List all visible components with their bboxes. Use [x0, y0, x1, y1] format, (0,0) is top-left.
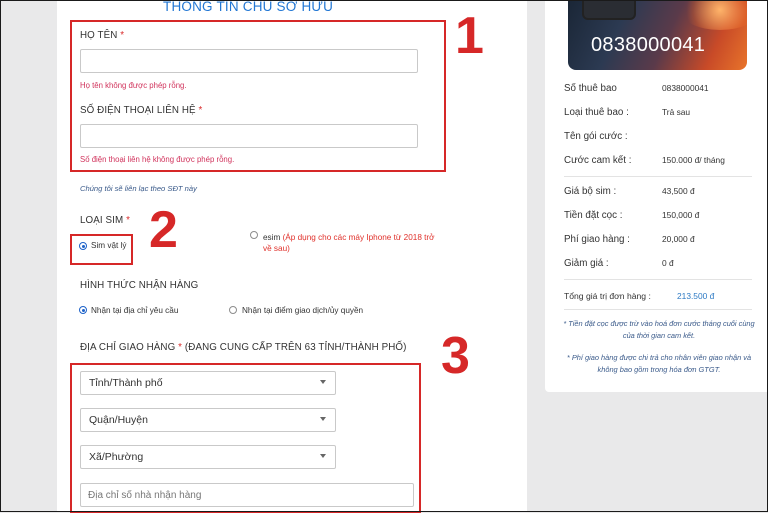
- summary-label: Phí giao hàng :: [564, 234, 630, 245]
- required-mark: *: [126, 215, 131, 226]
- total-label: Tổng giá trị đơn hàng :: [564, 291, 651, 301]
- divider: [564, 279, 752, 280]
- summary-value: Trả sau: [662, 107, 691, 117]
- summary-value: 20,000 đ: [662, 234, 695, 244]
- annotation-box-1: [70, 20, 446, 172]
- sim-chip-icon: [582, 0, 636, 20]
- esim-option[interactable]: esim (Áp dụng cho các máy Iphone từ 2018…: [263, 232, 438, 254]
- step-number-2: 2: [149, 201, 178, 259]
- total-value: 213.500 đ: [677, 291, 715, 301]
- shipping-note: * Phí giao hàng được chi trả cho nhân vi…: [566, 353, 752, 374]
- card-number: 0838000041: [591, 34, 706, 56]
- summary-label: Cước cam kết :: [564, 155, 632, 166]
- delivery-point-radio[interactable]: [229, 306, 237, 314]
- summary-value: 0838000041: [662, 83, 709, 93]
- annotation-box-2: [70, 234, 133, 265]
- sim-type-label: LOẠI SIM *: [80, 215, 131, 226]
- summary-label: Số thuê bao: [564, 83, 617, 94]
- section-title: THÔNG TIN CHỦ SỞ HỮU: [163, 0, 334, 14]
- step-number-1: 1: [455, 7, 484, 65]
- summary-label: Giảm giá :: [564, 258, 609, 269]
- delivery-address-label[interactable]: Nhận tại địa chỉ yêu cầu: [91, 306, 178, 315]
- esim-note: (Áp dụng cho các máy Iphone từ 2018 trở …: [263, 233, 435, 253]
- summary-value: 150,000 đ: [662, 210, 700, 220]
- esim-label: esim: [263, 233, 281, 242]
- required-mark: *: [178, 342, 183, 353]
- esim-radio[interactable]: [250, 231, 258, 239]
- step-number-3: 3: [441, 327, 470, 385]
- summary-value: 0 đ: [662, 258, 674, 268]
- deposit-note: * Tiền đặt cọc được trừ vào hoá đơn cước…: [563, 319, 755, 340]
- address-label: ĐỊA CHỈ GIAO HÀNG * (ĐANG CUNG CẤP TRÊN …: [80, 342, 407, 353]
- sim-card-image: 0838000041: [568, 0, 747, 70]
- summary-label: Giá bộ sim :: [564, 186, 617, 197]
- delivery-address-radio[interactable]: [79, 306, 87, 314]
- delivery-method-label: HÌNH THỨC NHẬN HÀNG: [80, 280, 199, 291]
- summary-label: Tiền đặt cọc :: [564, 210, 623, 221]
- delivery-point-label[interactable]: Nhận tại điểm giao dịch/ủy quyền: [242, 306, 363, 315]
- summary-label: Loại thuê bao :: [564, 107, 629, 118]
- divider: [564, 309, 752, 310]
- divider: [564, 176, 752, 177]
- phone-hint: Chúng tôi sẽ liên lạc theo SĐT này: [80, 184, 197, 193]
- annotation-box-3: [70, 363, 421, 513]
- card-glow: [680, 0, 747, 30]
- summary-label: Tên gói cước :: [564, 131, 628, 142]
- summary-value: 150.000 đ/ tháng: [662, 155, 725, 165]
- summary-value: 43,500 đ: [662, 186, 695, 196]
